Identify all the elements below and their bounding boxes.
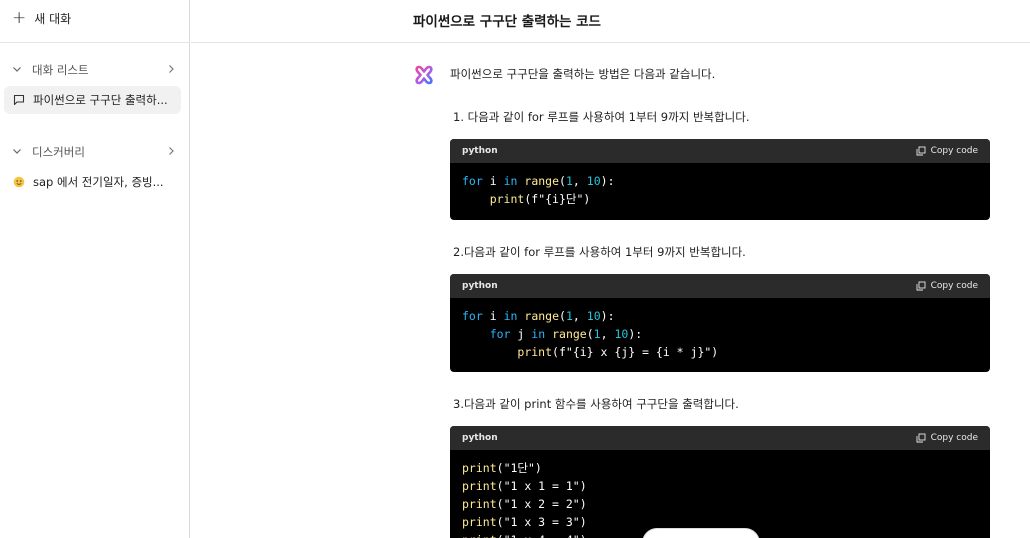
code-body: print("1단") print("1 x 1 = 1") print("1 x … — [450, 450, 990, 538]
chat-bubble-icon — [13, 94, 27, 106]
code-header: python Copy code — [450, 426, 990, 450]
step-text: 3.다음과 같이 print 함수를 사용하여 구구단을 출력합니다. — [453, 397, 739, 411]
copy-icon — [916, 146, 926, 156]
code-body: for i in range(1, 10): for j in range(1,… — [450, 298, 990, 370]
floating-button[interactable] — [642, 528, 760, 538]
copy-code-button[interactable]: Copy code — [916, 281, 978, 291]
chevron-down-icon[interactable] — [12, 146, 26, 159]
code-body: for i in range(1, 10): print(f"{i}단") — [450, 163, 990, 217]
code-header: python Copy code — [450, 139, 990, 163]
code-line: print("1단") — [462, 461, 542, 475]
copy-label: Copy code — [930, 433, 978, 443]
section-discovery[interactable]: 디스커버리 — [12, 144, 176, 160]
section-chat-list[interactable]: 대화 리스트 — [12, 62, 176, 78]
chevron-right-icon[interactable] — [166, 63, 176, 78]
code-header: python Copy code — [450, 274, 990, 298]
page-title: 파이썬으로 구구단 출력하는 코드 — [413, 14, 601, 30]
copy-code-button[interactable]: Copy code — [916, 146, 978, 156]
sidebar-item-discovery[interactable]: sap 에서 전기일자, 증빙... — [4, 168, 181, 196]
chevron-down-icon[interactable] — [12, 64, 26, 77]
section-label: 디스커버리 — [32, 145, 85, 159]
code-block: python Copy code print("1단") print("1 x 1… — [450, 426, 990, 538]
code-language: python — [462, 146, 498, 156]
step-text: 2.다음과 같이 for 루프를 사용하여 1부터 9까지 반복합니다. — [453, 245, 746, 259]
sidebar-item-chat[interactable]: 파이썬으로 구구단 출력하... — [4, 86, 181, 114]
code-block: python Copy code for i in range(1, 10): … — [450, 139, 990, 220]
copy-label: Copy code — [930, 281, 978, 291]
code-line: for i in range(1, 10): — [462, 309, 615, 323]
new-chat-label: 새 대화 — [34, 12, 72, 26]
sidebar-item-label: 파이썬으로 구구단 출력하... — [33, 93, 168, 107]
code-line: print(f"{i} x {j} = {i * j}") — [517, 345, 719, 359]
new-chat-button[interactable]: + 새 대화 — [12, 10, 71, 27]
sidebar-item-label: sap 에서 전기일자, 증빙... — [33, 175, 164, 189]
bot-logo-icon — [414, 65, 434, 85]
code-line: print("1 x 2 = 2") — [462, 497, 587, 511]
step-text: 1. 다음과 같이 for 루프를 사용하여 1부터 9까지 반복합니다. — [453, 110, 750, 124]
code-line: print("1 x 1 = 1") — [462, 479, 587, 493]
top-bar — [191, 0, 1030, 43]
code-line: print(f"{i}단") — [489, 192, 591, 206]
copy-code-button[interactable]: Copy code — [916, 433, 978, 443]
sidebar-divider — [0, 42, 190, 43]
code-language: python — [462, 281, 498, 291]
plus-icon: + — [12, 8, 27, 28]
sidebar: + 새 대화 대화 리스트 파이썬으로 구구단 출력하... 디스커버리 sap… — [0, 0, 190, 538]
code-line: for j in range(1, 10): — [489, 327, 643, 341]
message-intro: 파이썬으로 구구단을 출력하는 방법은 다음과 같습니다. — [450, 67, 716, 81]
code-block: python Copy code for i in range(1, 10): … — [450, 274, 990, 372]
chevron-right-icon[interactable] — [166, 145, 176, 160]
copy-label: Copy code — [930, 146, 978, 156]
code-language: python — [462, 433, 498, 443]
smiley-icon — [13, 176, 27, 188]
copy-icon — [916, 281, 926, 291]
code-line: for i in range(1, 10): — [462, 174, 615, 188]
section-label: 대화 리스트 — [32, 63, 89, 77]
copy-icon — [916, 433, 926, 443]
